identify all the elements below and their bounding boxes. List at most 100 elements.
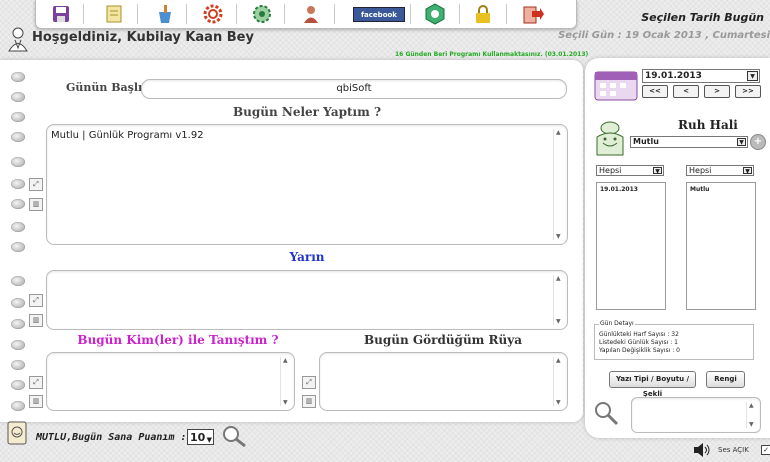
char-count-stat: Günlükteki Harf Sayısı : 32 [599,331,679,338]
tomorrow-textarea[interactable] [46,270,568,330]
chevron-down-icon: ▼ [737,138,746,146]
book-logo-icon [6,420,28,449]
save-icon[interactable] [50,3,72,25]
book-icon[interactable]: ▥ [29,198,43,211]
book-icon[interactable]: ▥ [29,314,43,327]
binder-ring [11,72,25,82]
binder-ring [11,401,25,411]
settings-gear-icon[interactable] [202,3,224,25]
search-textarea[interactable] [631,397,761,433]
add-mood-icon[interactable]: + [750,134,766,150]
selected-date-title: Seçilen Tarih Bugün [641,11,764,24]
toolbar-separator [284,4,285,24]
today-textarea[interactable]: Mutlu | Günlük Programı v1.92 [46,124,568,245]
refresh-icon[interactable] [424,3,446,25]
date-list[interactable]: 19.01.2013 [596,182,666,310]
last-button[interactable]: >> [735,85,761,98]
expand-icon[interactable]: ⤢ [302,376,316,389]
speaker-icon[interactable] [693,443,711,460]
mood-list[interactable]: Mutlu [686,182,756,310]
binder-ring [11,319,25,329]
rate-select[interactable]: 10 ▼ [187,429,214,445]
prev-button[interactable]: < [673,85,699,98]
toolbar-separator [83,4,84,24]
scrollbar[interactable] [746,402,757,428]
font-settings-button[interactable]: Yazı Tipi / Boyutu / Şekli [609,371,696,398]
facebook-icon[interactable]: facebook [353,7,405,22]
today-heading: Bugün Neler Yaptım ? [233,105,381,119]
users-icon[interactable] [300,3,322,25]
chevron-down-icon: ▼ [653,167,662,175]
binder-ring [11,222,25,232]
dream-heading: Bugün Gördüğüm Rüya [363,333,522,347]
search-icon[interactable] [593,400,619,429]
date-value: 19.01.2013 [645,71,702,81]
filter-right-value: Hepsi [689,166,712,175]
options-gear-icon[interactable] [251,3,273,25]
toolbar-separator [459,4,460,24]
magnifier-icon[interactable] [221,425,247,450]
toolbar-separator [137,4,138,24]
calendar-icon [594,69,638,104]
scrollbar[interactable] [553,275,564,325]
diary-page: ⤢ ▥ ⤢ ▥ ⤢ ▥ ⤢ ▥ Günün Başlığı qbiSoft Bu… [0,60,583,422]
usage-info: 16 Günden Beri Programı Kullanmaktasınız… [395,51,589,58]
dream-textarea[interactable] [319,352,568,411]
book-icon[interactable]: ▥ [302,395,316,408]
expand-icon[interactable]: ⤢ [29,178,43,191]
expand-icon[interactable]: ⤢ [29,294,43,307]
binder-ring [11,276,25,286]
chevron-down-icon: ▼ [206,436,212,444]
mood-select[interactable]: Mutlu ▼ [630,136,748,148]
date-picker[interactable]: 19.01.2013 ▼ [642,69,760,83]
toolbar-separator [186,4,187,24]
today-text: Mutlu | Günlük Programı v1.92 [51,130,204,141]
day-details-legend: Gün Detayı [599,320,635,328]
list-item[interactable]: 19.01.2013 [600,186,662,193]
day-title-input[interactable]: qbiSoft [141,79,567,99]
scrollbar[interactable] [280,357,291,406]
cleaning-icon[interactable] [154,3,176,25]
binder-ring [11,380,25,390]
exit-icon[interactable] [522,3,544,25]
mood-value: Mutlu [633,137,659,146]
toolbar-separator [236,4,237,24]
day-details-box: Gün Detayı Günlükteki Harf Sayısı : 32 L… [594,320,754,360]
list-item[interactable]: Mutlu [690,186,752,193]
binder-ring [11,179,25,189]
met-heading: Bugün Kim(ler) ile Tanıştım ? [77,333,279,347]
filter-right-select[interactable]: Hepsi ▼ [686,165,754,176]
binder-ring [11,92,25,102]
binder-ring [11,112,25,122]
binder-ring [11,157,25,167]
change-count-stat: Yapılan Değişiklik Sayısı : 0 [599,347,680,354]
met-textarea[interactable] [46,352,295,411]
mood-face-icon [594,121,626,160]
first-button[interactable]: << [642,85,668,98]
rate-value: 10 [190,431,206,444]
book-icon[interactable]: ▥ [29,395,43,408]
notes-icon[interactable] [103,3,125,25]
next-button[interactable]: > [704,85,730,98]
binder-ring [11,360,25,370]
binder-ring [11,298,25,308]
mood-title: Ruh Hali [678,118,738,132]
right-panel: 19.01.2013 ▼ << < > >> Ruh Hali Mutlu ▼ … [585,58,770,438]
selected-day-info: Seçili Gün : 19 Ocak 2013 , Cumartesi [558,30,770,41]
color-button[interactable]: Rengi [706,371,745,388]
chevron-down-icon: ▼ [747,71,758,81]
scrollbar[interactable] [553,129,564,240]
scrollbar[interactable] [553,357,564,406]
toolbar-separator [410,4,411,24]
toolbar-separator [334,4,335,24]
binder-ring [11,242,25,252]
lock-icon[interactable] [472,3,494,25]
binder-ring [11,132,25,142]
chevron-down-icon: ▼ [743,167,752,175]
filter-left-select[interactable]: Hepsi ▼ [596,165,664,176]
sound-checkbox[interactable]: ✓ [761,445,770,455]
expand-icon[interactable]: ⤢ [29,376,43,389]
binder-ring [11,340,25,350]
user-avatar-icon [7,26,29,55]
diary-count-stat: Listedeki Günlük Sayısı : 1 [599,339,678,346]
